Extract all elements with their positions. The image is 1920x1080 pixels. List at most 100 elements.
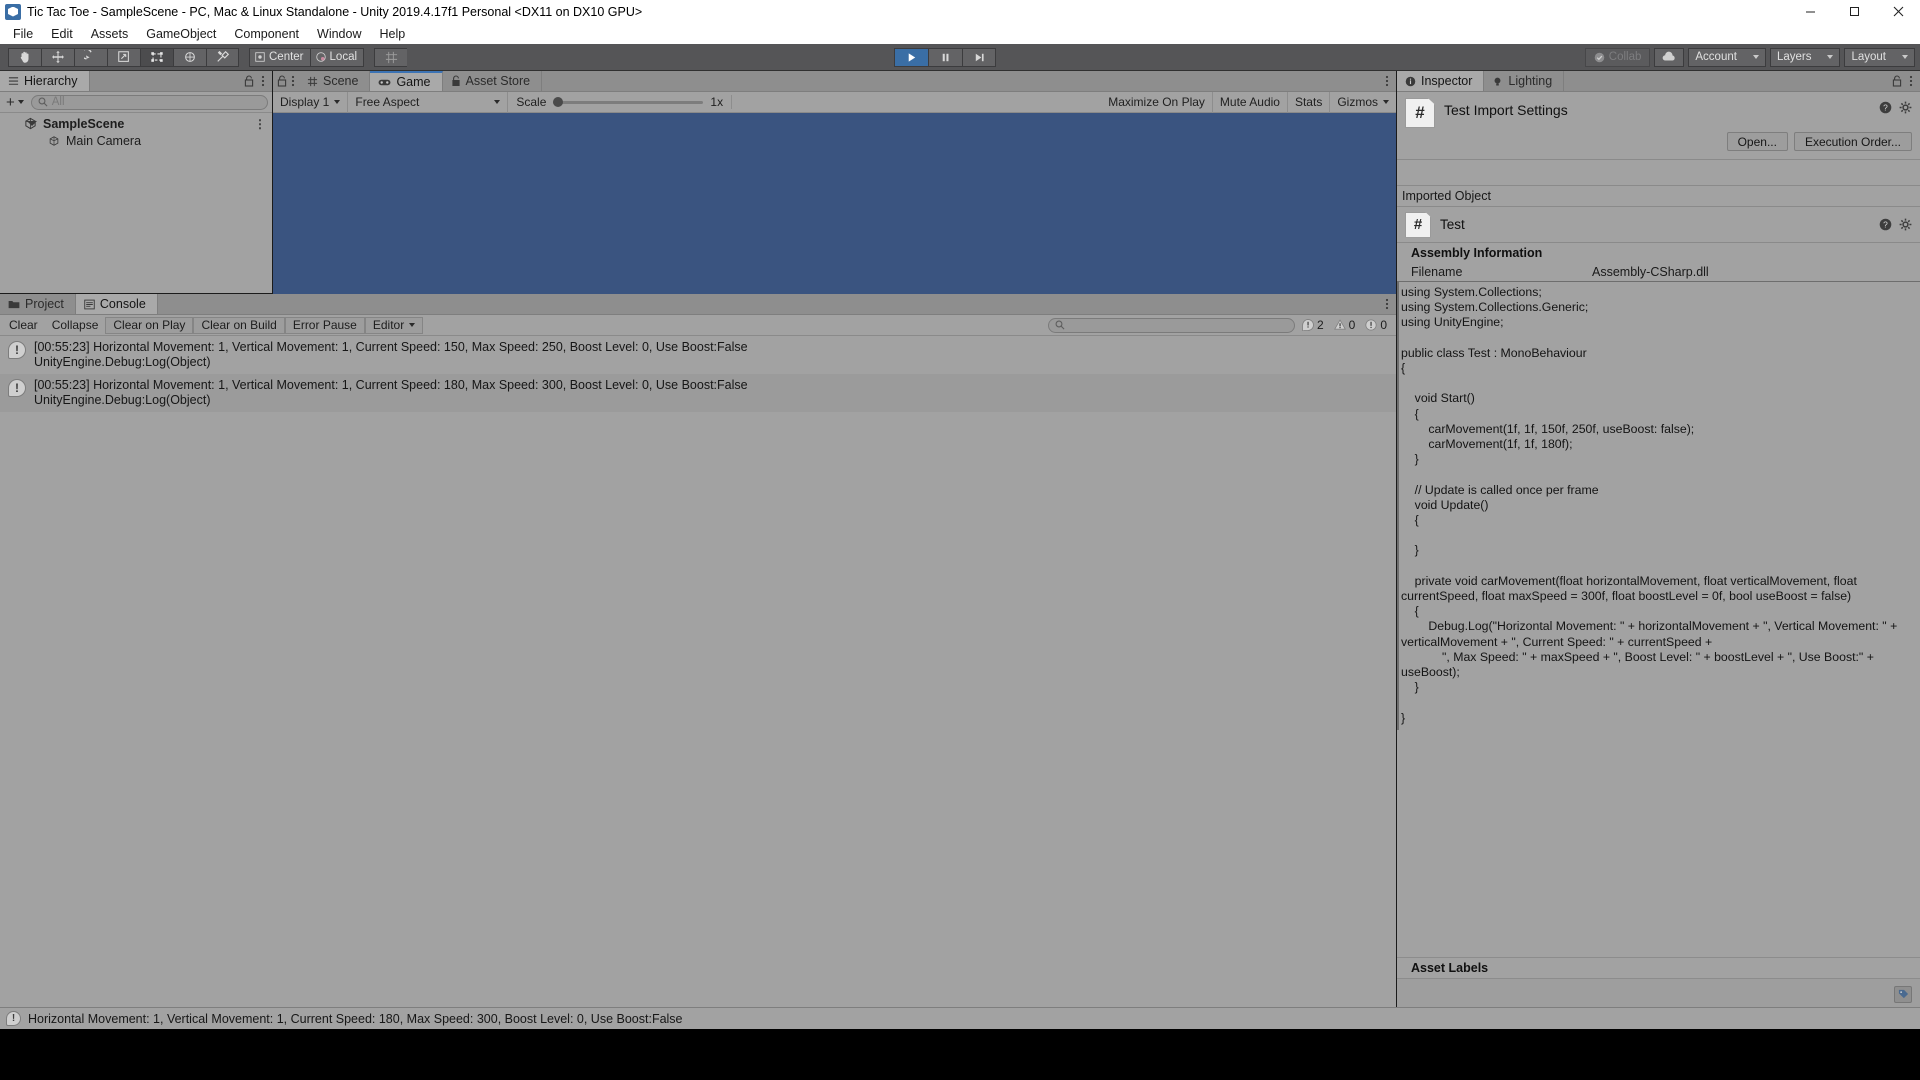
cloud-icon[interactable] bbox=[1654, 47, 1685, 67]
transform-tool-button[interactable] bbox=[173, 47, 206, 67]
maximize-on-play-toggle[interactable]: Maximize On Play bbox=[1101, 91, 1213, 113]
search-icon bbox=[38, 97, 48, 107]
tab-asset-store[interactable]: Asset Store bbox=[442, 71, 543, 91]
info-count[interactable]: 2 bbox=[1302, 318, 1324, 332]
clear-on-play-toggle[interactable]: Clear on Play bbox=[105, 316, 194, 334]
clear-on-build-toggle[interactable]: Clear on Build bbox=[193, 316, 285, 334]
hierarchy-row-maincamera[interactable]: Main Camera bbox=[0, 132, 272, 149]
account-dropdown[interactable]: Account bbox=[1688, 47, 1766, 67]
pivot-rotation-button[interactable]: Local bbox=[309, 47, 365, 67]
script-source-code: using System.Collections; using System.C… bbox=[1397, 281, 1920, 730]
grid-snap-icon[interactable] bbox=[374, 47, 408, 67]
hierarchy-tabbar: Hierarchy bbox=[0, 71, 272, 92]
light-bulb-icon bbox=[1494, 77, 1501, 86]
importer-title-row: # Test Import Settings ? bbox=[1405, 98, 1912, 128]
console-log-row[interactable]: ! [00:55:23] Horizontal Movement: 1, Ver… bbox=[0, 374, 1396, 412]
assembly-information-title: Assembly Information bbox=[1397, 243, 1920, 262]
open-button[interactable]: Open... bbox=[1726, 132, 1788, 151]
hierarchy-row-label: Main Camera bbox=[66, 133, 142, 148]
pivot-mode-button[interactable]: Center bbox=[249, 47, 310, 67]
custom-tool-button[interactable] bbox=[206, 47, 239, 67]
tab-console[interactable]: Console bbox=[75, 294, 158, 314]
scale-label: Scale bbox=[516, 95, 547, 109]
expand-triangle-icon[interactable] bbox=[27, 121, 37, 126]
game-render-canvas[interactable] bbox=[273, 113, 1396, 314]
menu-file[interactable]: File bbox=[4, 25, 42, 43]
close-button[interactable] bbox=[1876, 0, 1920, 23]
lock-icon bbox=[277, 75, 287, 87]
pause-button[interactable] bbox=[928, 47, 962, 67]
info-log-icon: ! bbox=[6, 1011, 21, 1026]
chevron-down-icon bbox=[334, 100, 341, 104]
hierarchy-row-samplescene[interactable]: SampleScene ⋮ bbox=[0, 115, 272, 132]
menu-assets[interactable]: Assets bbox=[82, 25, 138, 43]
gizmos-label: Gizmos bbox=[1337, 95, 1378, 109]
scale-slider-group[interactable]: Scale 1x bbox=[508, 95, 733, 109]
menu-edit[interactable]: Edit bbox=[42, 25, 82, 43]
layout-dropdown[interactable]: Layout bbox=[1844, 47, 1915, 67]
tab-project-label: Project bbox=[25, 297, 64, 311]
execution-order-button[interactable]: Execution Order... bbox=[1793, 132, 1912, 151]
maximize-button[interactable] bbox=[1832, 0, 1876, 23]
tabbar-filler bbox=[157, 294, 1378, 314]
tab-hierarchy[interactable]: Hierarchy bbox=[0, 71, 90, 91]
aspect-dropdown[interactable]: Free Aspect bbox=[348, 91, 509, 113]
tab-game[interactable]: Game bbox=[370, 71, 443, 91]
playmode-controls bbox=[894, 47, 996, 67]
inspector-tabbar: Inspector Lighting bbox=[1397, 71, 1920, 92]
stats-toggle[interactable]: Stats bbox=[1288, 91, 1331, 113]
scale-tool-button[interactable] bbox=[107, 47, 140, 67]
step-button[interactable] bbox=[962, 47, 996, 67]
tab-lighting[interactable]: Lighting bbox=[1484, 71, 1565, 91]
collapse-toggle[interactable]: Collapse bbox=[45, 317, 106, 334]
warning-icon bbox=[1333, 319, 1346, 330]
assembly-filename-row: Filename Assembly-CSharp.dll bbox=[1397, 262, 1920, 281]
menu-help[interactable]: Help bbox=[370, 25, 414, 43]
menu-window[interactable]: Window bbox=[308, 25, 370, 43]
menu-gameobject[interactable]: GameObject bbox=[137, 25, 225, 43]
hand-tool-button[interactable] bbox=[8, 47, 41, 67]
tab-scene-label: Scene bbox=[323, 74, 359, 88]
console-tabbar: Project Console bbox=[0, 294, 1396, 315]
display-dropdown[interactable]: Display 1 bbox=[273, 91, 349, 113]
console-log-row[interactable]: ! [00:55:23] Horizontal Movement: 1, Ver… bbox=[0, 336, 1396, 374]
error-count[interactable]: 0 bbox=[1365, 318, 1387, 332]
warning-count-value: 0 bbox=[1348, 318, 1356, 332]
collab-button[interactable]: Collab bbox=[1584, 47, 1651, 67]
tabbar-filler bbox=[1564, 71, 1885, 91]
status-bar[interactable]: ! Horizontal Movement: 1, Vertical Movem… bbox=[0, 1007, 1920, 1029]
console-search-input[interactable] bbox=[1047, 317, 1295, 333]
tab-inspector[interactable]: Inspector bbox=[1397, 71, 1485, 91]
pivot-rotation-label: Local bbox=[329, 51, 358, 63]
tabbar-filler bbox=[89, 71, 237, 91]
script-source-container: using System.Collections; using System.C… bbox=[1397, 281, 1920, 730]
menu-component[interactable]: Component bbox=[225, 25, 308, 43]
console-log-list[interactable]: ! [00:55:23] Horizontal Movement: 1, Ver… bbox=[0, 336, 1396, 1043]
clear-button[interactable]: Clear bbox=[2, 317, 45, 334]
editor-dropdown[interactable]: Editor bbox=[364, 316, 424, 334]
warning-count[interactable]: 0 bbox=[1333, 318, 1356, 332]
scale-slider[interactable] bbox=[553, 97, 704, 107]
console-icon bbox=[84, 299, 95, 309]
tab-project[interactable]: Project bbox=[0, 294, 76, 314]
info-log-icon: ! bbox=[8, 379, 26, 397]
scale-slider-knob[interactable] bbox=[553, 97, 564, 107]
mute-audio-toggle[interactable]: Mute Audio bbox=[1213, 91, 1288, 113]
rect-tool-button[interactable] bbox=[140, 47, 173, 67]
tab-scene[interactable]: Scene bbox=[299, 71, 371, 91]
layers-dropdown[interactable]: Layers bbox=[1769, 47, 1841, 67]
add-gameobject-button[interactable]: + bbox=[4, 94, 26, 111]
tab-game-label: Game bbox=[396, 75, 431, 89]
tab-console-label: Console bbox=[99, 297, 146, 311]
kebab-menu-icon[interactable]: ⋮ bbox=[254, 117, 266, 131]
gizmos-dropdown[interactable]: Gizmos bbox=[1330, 92, 1396, 113]
gear-icon bbox=[1899, 101, 1912, 114]
add-label-button[interactable] bbox=[1894, 986, 1912, 1003]
rotate-tool-button[interactable] bbox=[74, 47, 107, 67]
hierarchy-search-input[interactable]: All bbox=[30, 94, 268, 110]
minimize-button[interactable] bbox=[1788, 0, 1832, 23]
play-button[interactable] bbox=[894, 47, 928, 67]
move-tool-button[interactable] bbox=[41, 47, 74, 67]
error-pause-toggle[interactable]: Error Pause bbox=[284, 316, 365, 334]
menu-bar: File Edit Assets GameObject Component Wi… bbox=[0, 23, 1920, 44]
